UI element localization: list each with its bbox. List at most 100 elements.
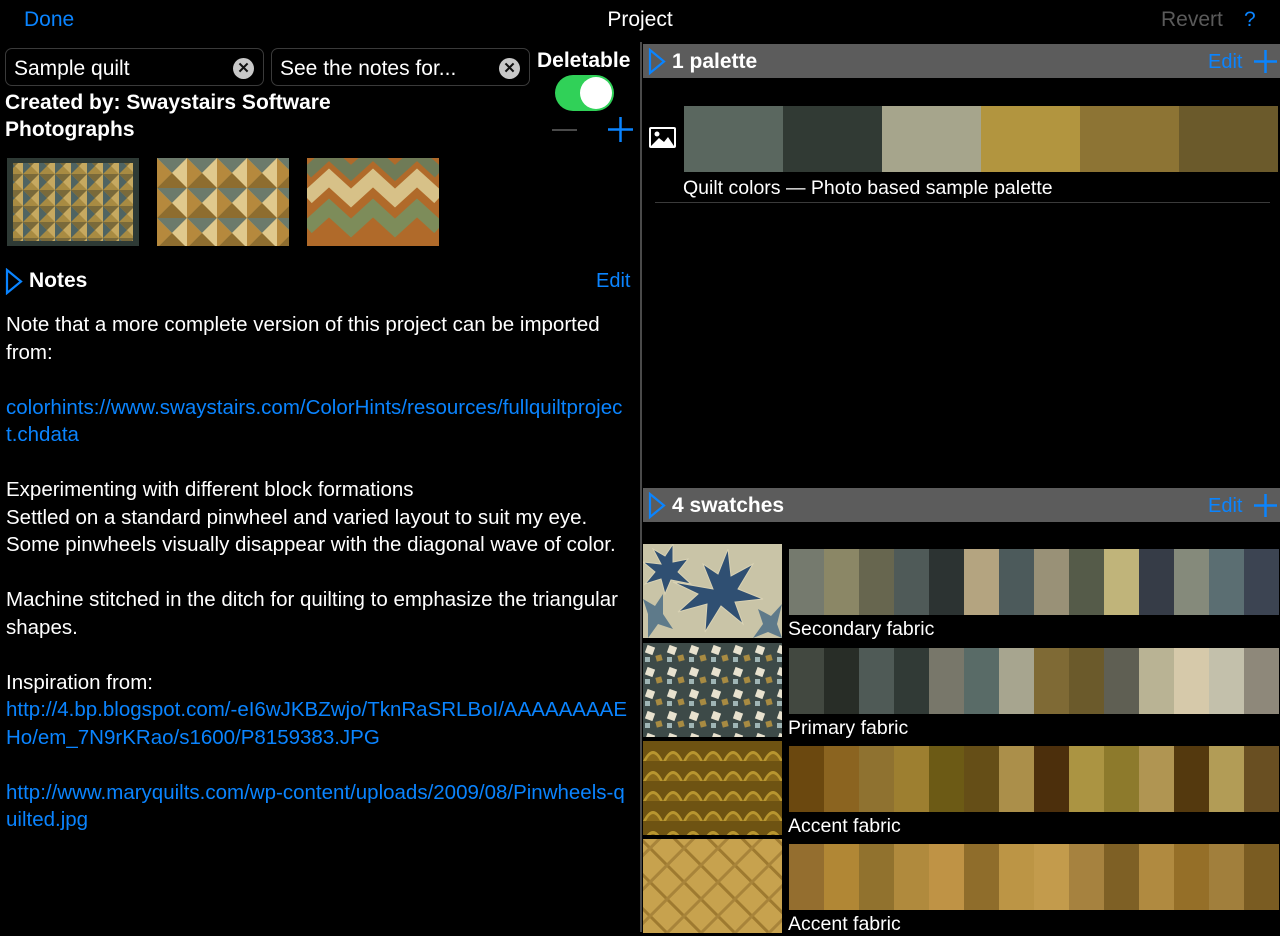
- nav-bar: Done Project Revert ?: [0, 0, 1280, 42]
- photo-thumbnail[interactable]: [7, 158, 139, 246]
- swatch-color-strip: [789, 844, 1279, 910]
- swatch-color-chip: [964, 549, 999, 615]
- swatch-color-chip: [1104, 549, 1139, 615]
- palette-color-chip: [1179, 106, 1278, 172]
- swatch-fabric-image: [643, 741, 782, 835]
- inspiration-label: Inspiration from:: [6, 670, 153, 694]
- swatch-color-chip: [929, 648, 964, 714]
- revert-button[interactable]: Revert: [1161, 8, 1223, 32]
- split-divider[interactable]: [640, 42, 642, 932]
- swatch-color-chip: [1139, 549, 1174, 615]
- swatch-color-chip: [1174, 746, 1209, 812]
- help-button[interactable]: ?: [1244, 8, 1256, 32]
- swatch-color-chip: [1034, 844, 1069, 910]
- swatch-color-chip: [789, 844, 824, 910]
- swatch-color-chip: [1244, 549, 1279, 615]
- swatch-color-chip: [1209, 844, 1244, 910]
- palettes-section-header: 1 palette Edit: [643, 44, 1280, 78]
- palette-color-chip: [783, 106, 882, 172]
- inspiration-link[interactable]: http://www.maryquilts.com/wp-content/upl…: [6, 779, 632, 834]
- add-swatch-icon[interactable]: [1253, 493, 1278, 518]
- swatch-color-chip: [999, 746, 1034, 812]
- add-palette-icon[interactable]: [1253, 49, 1278, 74]
- swatch-color-chip: [1174, 844, 1209, 910]
- swatch-color-chip: [929, 549, 964, 615]
- swatch-color-chip: [824, 844, 859, 910]
- notes-edit-button[interactable]: Edit: [596, 270, 630, 293]
- swatch-fabric-image: [643, 544, 782, 638]
- swatch-color-chip: [824, 648, 859, 714]
- clear-description-icon[interactable]: ✕: [499, 58, 520, 79]
- project-name-field[interactable]: Sample quilt ✕: [5, 48, 264, 86]
- swatch-fabric-image: [643, 839, 782, 933]
- notes-paragraph: Experimenting with different block forma…: [6, 478, 414, 501]
- swatch-color-chip: [859, 746, 894, 812]
- swatches-edit-button[interactable]: Edit: [1208, 495, 1242, 518]
- swatch-color-chip: [1244, 746, 1279, 812]
- disclosure-triangle-icon[interactable]: [5, 268, 23, 295]
- add-photo-button[interactable]: [607, 116, 634, 143]
- palettes-edit-button[interactable]: Edit: [1208, 51, 1242, 74]
- swatch-color-chip: [1174, 648, 1209, 714]
- swatch-color-chip: [894, 549, 929, 615]
- swatch-label: Secondary fabric: [788, 618, 935, 640]
- swatches-count: 4 swatches: [672, 494, 785, 517]
- toggle-knob: [580, 77, 612, 109]
- palette-color-chip: [882, 106, 981, 172]
- notes-paragraph: Settled on a standard pinwheel and varie…: [6, 505, 616, 557]
- deletable-label: Deletable: [537, 49, 631, 72]
- swatch-color-chip: [929, 746, 964, 812]
- swatch-color-chip: [964, 844, 999, 910]
- swatch-color-chip: [1104, 746, 1139, 812]
- swatch-color-chip: [1209, 648, 1244, 714]
- photo-thumbnail[interactable]: [157, 158, 289, 246]
- swatch-color-chip: [964, 746, 999, 812]
- photographs-label: Photographs: [5, 118, 135, 141]
- swatch-color-chip: [824, 549, 859, 615]
- swatch-color-chip: [894, 746, 929, 812]
- swatch-color-chip: [1034, 746, 1069, 812]
- swatch-color-strip: [789, 648, 1279, 714]
- swatch-color-strip: [789, 549, 1279, 615]
- plus-icon: [608, 117, 633, 142]
- swatch-color-chip: [1244, 844, 1279, 910]
- clear-name-icon[interactable]: ✕: [233, 58, 254, 79]
- project-name-value: Sample quilt: [14, 57, 130, 80]
- disclosure-triangle-icon[interactable]: [648, 492, 666, 519]
- palettes-count: 1 palette: [672, 50, 758, 73]
- project-description-value: See the notes for...: [280, 57, 457, 80]
- import-link[interactable]: colorhints://www.swaystairs.com/ColorHin…: [6, 394, 632, 449]
- swatch-color-chip: [859, 844, 894, 910]
- swatch-color-chip: [1104, 648, 1139, 714]
- project-description-field[interactable]: See the notes for... ✕: [271, 48, 530, 86]
- photo-thumbnail[interactable]: [307, 158, 439, 246]
- swatch-color-chip: [1209, 746, 1244, 812]
- swatch-color-chip: [1139, 746, 1174, 812]
- swatch-row[interactable]: Primary fabric: [643, 643, 1280, 739]
- inspiration-link[interactable]: http://4.bp.blogspot.com/-eI6wJKBZwjo/Tk…: [6, 696, 632, 751]
- created-by-label: Created by: Swaystairs Software: [5, 91, 331, 114]
- swatch-color-chip: [1034, 648, 1069, 714]
- swatch-color-chip: [999, 844, 1034, 910]
- swatch-color-chip: [999, 549, 1034, 615]
- swatch-fabric-image: [643, 643, 782, 737]
- swatch-row[interactable]: Accent fabric: [643, 741, 1280, 837]
- swatch-color-chip: [894, 844, 929, 910]
- swatch-label: Accent fabric: [788, 815, 901, 837]
- swatch-row[interactable]: Accent fabric: [643, 839, 1280, 935]
- swatch-color-strip: [789, 746, 1279, 812]
- palette-color-chip: [1080, 106, 1179, 172]
- palette-color-strip[interactable]: [684, 106, 1278, 172]
- swatch-label: Primary fabric: [788, 717, 909, 739]
- notes-header: Notes: [29, 269, 88, 292]
- remove-photo-button[interactable]: [552, 129, 577, 131]
- notes-intro: Note that a more complete version of thi…: [6, 313, 600, 364]
- swatch-color-chip: [929, 844, 964, 910]
- disclosure-triangle-icon[interactable]: [648, 48, 666, 75]
- swatch-color-chip: [1069, 549, 1104, 615]
- swatch-color-chip: [1069, 648, 1104, 714]
- swatch-row[interactable]: Secondary fabric: [643, 544, 1280, 640]
- swatch-color-chip: [1244, 648, 1279, 714]
- photo-icon: [649, 127, 676, 148]
- deletable-toggle[interactable]: [555, 75, 614, 111]
